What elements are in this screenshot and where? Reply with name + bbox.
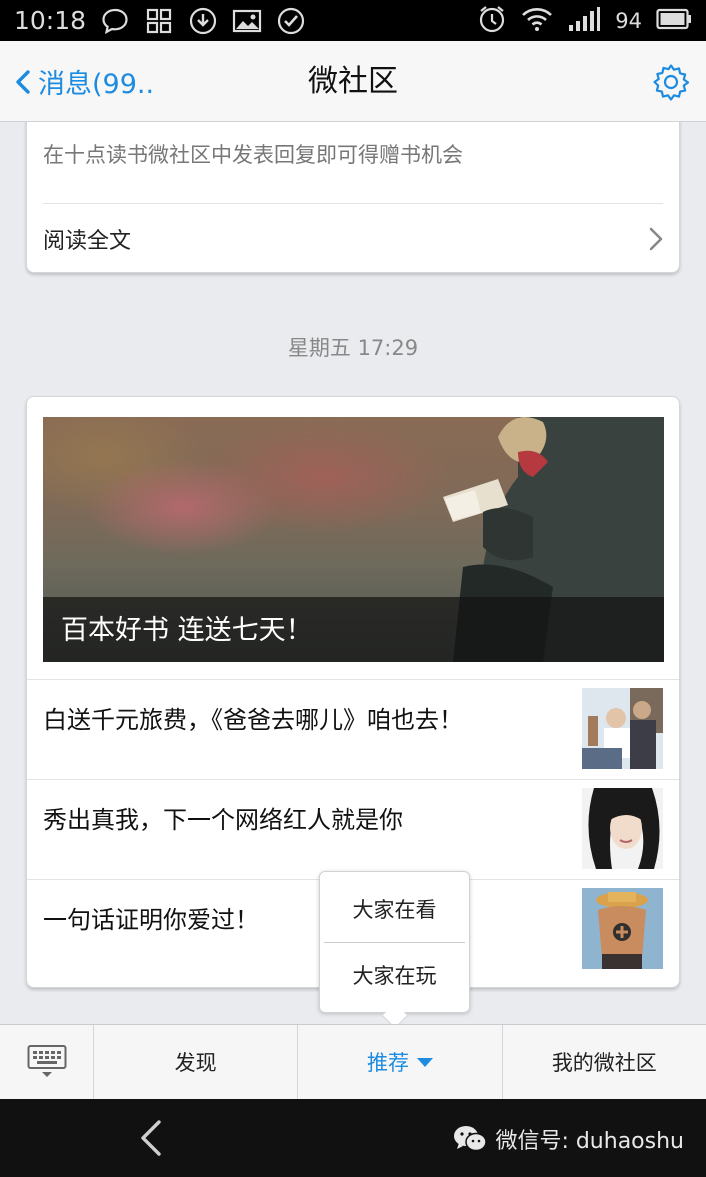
check-circle-icon xyxy=(276,6,306,36)
wechat-logo-icon xyxy=(454,1126,488,1152)
signal-icon xyxy=(567,6,601,36)
status-right-group: 94 xyxy=(477,4,692,38)
message-timestamp: 星期五 17:29 xyxy=(287,336,419,360)
keyboard-icon xyxy=(27,1045,66,1077)
phone-screen: 10:18 94 消息(99.. 微社区 在十点读书微社区中发表回复即可得赠书机… xyxy=(0,0,706,1177)
title-bar: 消息(99.. 微社区 xyxy=(0,41,706,122)
gear-icon[interactable] xyxy=(652,63,690,101)
list-item[interactable]: 秀出真我，下一个网络红人就是你 xyxy=(27,779,679,879)
chevron-left-icon xyxy=(16,69,30,94)
bottom-menu: 发现 推荐 我的微社区 xyxy=(0,1024,706,1099)
menu-my-community-label: 我的微社区 xyxy=(551,1051,657,1075)
caret-down-icon xyxy=(416,1057,433,1067)
battery-percent: 94 xyxy=(615,8,642,33)
chevron-right-icon xyxy=(649,227,663,251)
menu-recommend-label: 推荐 xyxy=(366,1051,409,1075)
list-item-title: 秀出真我，下一个网络红人就是你 xyxy=(43,806,403,834)
system-nav-bar: 微信号: duhaoshu xyxy=(0,1099,706,1177)
menu-recommend[interactable]: 推荐 xyxy=(298,1025,503,1099)
grid-icon xyxy=(144,6,174,36)
read-full-article-link[interactable]: 阅读全文 xyxy=(27,204,679,274)
alarm-icon xyxy=(477,4,507,38)
read-full-label: 阅读全文 xyxy=(43,229,132,254)
back-arrow-icon[interactable] xyxy=(138,1119,164,1157)
list-item[interactable]: 白送千元旅费，《爸爸去哪儿》咱也去！ xyxy=(27,679,679,779)
back-button[interactable]: 消息(99.. xyxy=(14,41,154,122)
hero-article[interactable]: 百本好书 连送七天！ xyxy=(43,417,664,662)
battery-icon xyxy=(656,8,692,34)
status-time: 10:18 xyxy=(14,6,87,35)
download-icon xyxy=(188,6,218,36)
status-bar: 10:18 94 xyxy=(0,0,706,41)
thumbnail-image xyxy=(582,788,663,869)
menu-discover[interactable]: 发现 xyxy=(94,1025,299,1099)
chat-bubble-icon xyxy=(100,6,130,36)
submenu-item-everyone-playing[interactable]: 大家在玩 xyxy=(320,943,469,1009)
menu-my-community[interactable]: 我的微社区 xyxy=(503,1025,706,1099)
back-label: 消息(99.. xyxy=(38,69,155,100)
wechat-watermark: 微信号: duhaoshu xyxy=(453,1123,684,1155)
thumbnail-image xyxy=(582,688,663,769)
menu-discover-label: 发现 xyxy=(174,1051,217,1075)
recommend-submenu: 大家在看 大家在玩 xyxy=(319,871,470,1013)
image-icon xyxy=(232,6,262,36)
article-card-previous: 在十点读书微社区中发表回复即可得赠书机会 阅读全文 xyxy=(26,122,680,273)
hero-caption: 百本好书 连送七天！ xyxy=(61,615,313,646)
thumbnail-image xyxy=(582,888,663,969)
list-item-title: 白送千元旅费，《爸爸去哪儿》咱也去！ xyxy=(43,706,463,734)
list-item-title: 一句话证明你爱过！ xyxy=(43,906,259,934)
article-description: 在十点读书微社区中发表回复即可得赠书机会 xyxy=(43,143,463,167)
watermark-text: 微信号: duhaoshu xyxy=(495,1129,684,1154)
wifi-icon xyxy=(521,6,553,36)
submenu-item-everyone-watching[interactable]: 大家在看 xyxy=(320,877,469,943)
keyboard-toggle-button[interactable] xyxy=(0,1025,94,1099)
